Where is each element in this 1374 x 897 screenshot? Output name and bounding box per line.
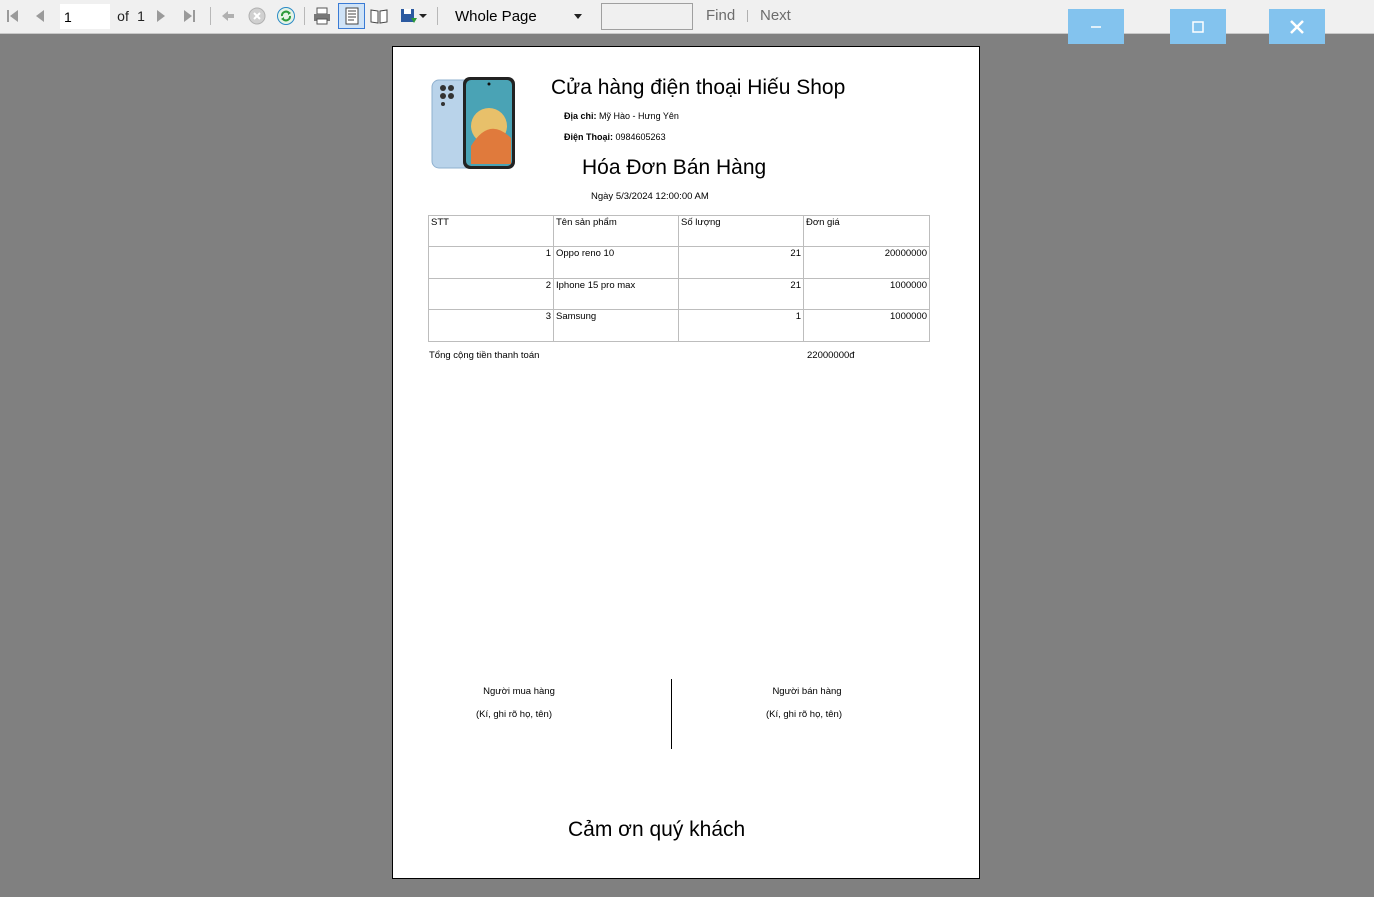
buyer-label: Người mua hàng: [483, 686, 555, 697]
address-value: Mỹ Hào - Hưng Yên: [599, 111, 679, 121]
chevron-down-icon: [574, 14, 582, 19]
close-icon: [1290, 19, 1304, 34]
toolbar-separator: [304, 7, 305, 25]
current-page-input[interactable]: [60, 4, 110, 29]
table-cell: 1000000: [803, 278, 930, 310]
first-page-icon: [7, 10, 18, 22]
stop-button[interactable]: [247, 0, 267, 32]
report-viewer-toolbar: of 1 Whole Page Find Next: [0, 0, 1374, 34]
refresh-icon: [277, 7, 295, 25]
toolbar-separator: [210, 7, 211, 25]
table-header-cell: STT: [428, 215, 554, 247]
minimize-icon: [1091, 25, 1101, 28]
signature-divider: [671, 679, 672, 749]
find-text-input[interactable]: [601, 3, 693, 30]
link-separator: [747, 10, 748, 22]
invoice-title: Hóa Đơn Bán Hàng: [582, 156, 767, 179]
of-label: of: [117, 8, 129, 24]
table-cell: Iphone 15 pro max: [553, 278, 679, 310]
phone-product-image: [431, 77, 515, 169]
page-setup-icon: [370, 9, 388, 24]
stop-icon: [248, 7, 266, 25]
buyer-note: (Kí, ghi rõ họ, tên): [475, 709, 553, 720]
table-cell: 1: [428, 246, 554, 279]
address-label: Địa chỉ:: [564, 111, 597, 121]
chevron-down-icon: [419, 14, 427, 18]
last-page-icon: [184, 10, 195, 22]
close-button[interactable]: [1269, 9, 1325, 44]
toolbar-separator: [437, 7, 438, 25]
print-icon: [314, 7, 330, 25]
table-header-cell: Số lượng: [678, 215, 804, 247]
thank-you-message: Cảm ơn quý khách: [568, 818, 746, 841]
table-cell: 21: [678, 246, 804, 279]
next-page-icon: [157, 10, 165, 22]
export-button[interactable]: [397, 0, 429, 32]
shop-name: Cửa hàng điện thoại Hiếu Shop: [551, 76, 846, 99]
next-link[interactable]: Next: [760, 7, 791, 24]
minimize-button[interactable]: [1068, 9, 1124, 44]
table-cell: 3: [428, 309, 554, 342]
table-cell: 21: [678, 278, 804, 310]
total-label: Tổng cộng tiền thanh toán: [429, 350, 540, 361]
table-cell: 1: [678, 309, 804, 342]
address-line: Địa chỉ: Mỹ Hào - Hưng Yên: [564, 111, 679, 121]
table-cell: Oppo reno 10: [553, 246, 679, 279]
zoom-select[interactable]: Whole Page: [448, 4, 590, 29]
total-pages-label: 1: [137, 8, 145, 24]
zoom-value: Whole Page: [455, 8, 537, 25]
phone-value: 0984605263: [615, 132, 666, 142]
refresh-button[interactable]: [276, 0, 296, 32]
print-layout-button[interactable]: [338, 3, 365, 29]
seller-label: Người bán hàng: [772, 686, 842, 697]
maximize-icon: [1192, 20, 1204, 33]
page-setup-button[interactable]: [369, 0, 389, 32]
table-header-cell: Đơn giá: [803, 215, 930, 247]
seller-note: (Kí, ghi rõ họ, tên): [765, 709, 843, 720]
previous-page-icon: [36, 10, 44, 22]
table-header-cell: Tên sản phẩm: [553, 215, 679, 247]
print-layout-icon: [345, 7, 358, 25]
table-cell: Samsung: [553, 309, 679, 342]
report-page: Cửa hàng điện thoại Hiếu Shop Địa chỉ: M…: [392, 46, 980, 879]
export-icon: [401, 9, 417, 23]
next-page-button[interactable]: [151, 0, 171, 32]
table-cell: 1000000: [803, 309, 930, 342]
find-link[interactable]: Find: [706, 7, 735, 24]
phone-line: Điện Thoại: 0984605263: [564, 132, 666, 142]
previous-page-button[interactable]: [30, 0, 50, 32]
maximize-button[interactable]: [1170, 9, 1226, 44]
print-button[interactable]: [312, 0, 332, 32]
invoice-date: Ngày 5/3/2024 12:00:00 AM: [591, 191, 709, 202]
back-icon: [222, 11, 234, 21]
back-button[interactable]: [218, 0, 238, 32]
total-value: 22000000đ: [807, 350, 855, 361]
invoice-table: STT Tên sản phẩm Số lượng Đơn giá 1 Oppo…: [428, 215, 930, 342]
table-cell: 2: [428, 278, 554, 310]
table-cell: 20000000: [803, 246, 930, 279]
last-page-button[interactable]: [179, 0, 199, 32]
first-page-button[interactable]: [3, 0, 23, 32]
phone-label: Điện Thoại:: [564, 132, 613, 142]
